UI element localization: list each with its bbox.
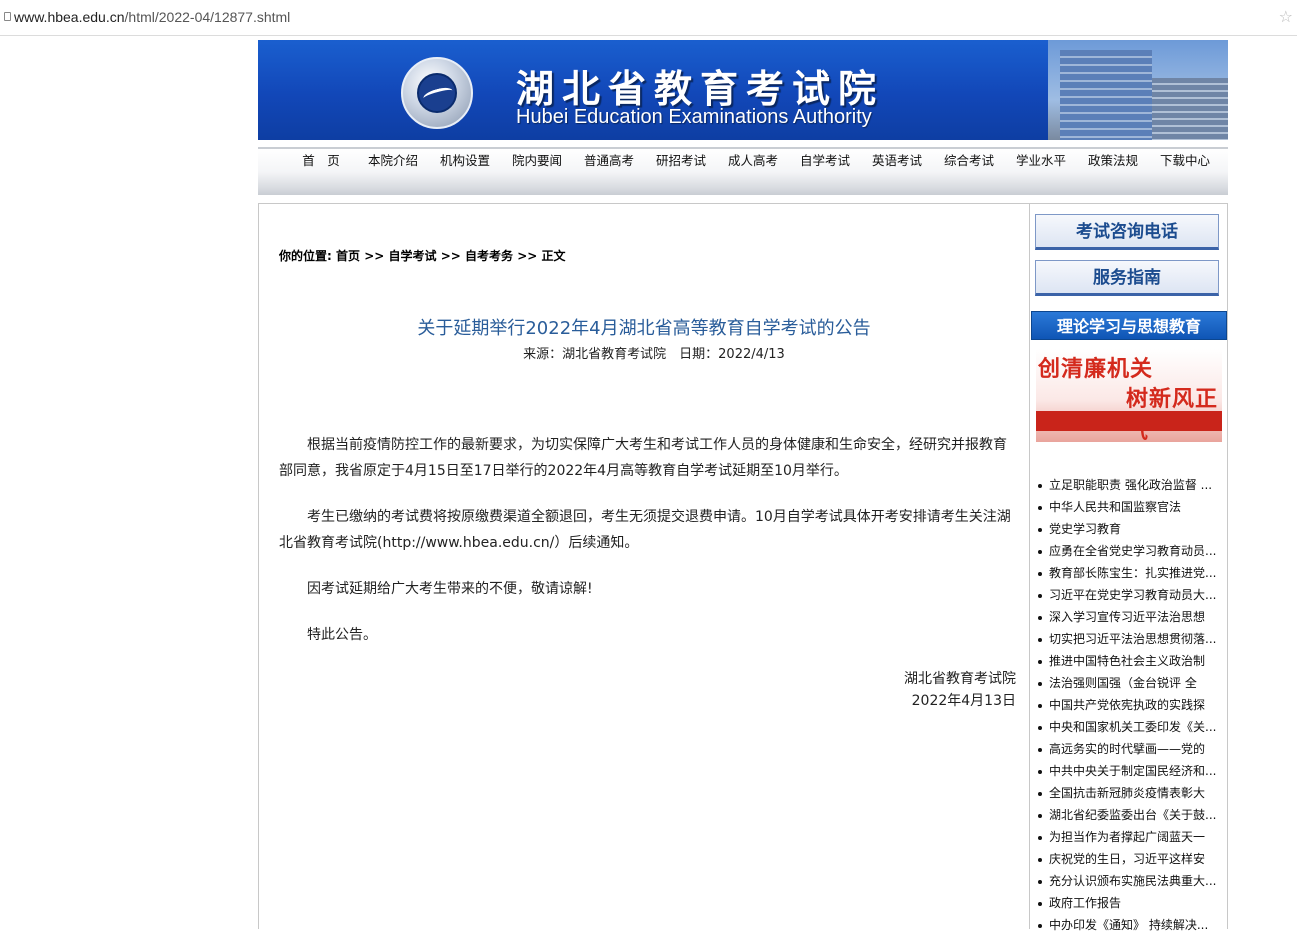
list-item[interactable]: 党史学习教育 [1036, 518, 1218, 540]
breadcrumb-home[interactable]: 首页 [336, 249, 360, 263]
signature-date: 2022年4月13日 [911, 693, 1016, 709]
breadcrumb-separator: >> [517, 249, 538, 263]
nav-items: 首 页 本院介绍 机构设置 院内要闻 普通高考 研招考试 成人高考 自学考试 英… [285, 152, 1221, 170]
nav-gaokao[interactable]: 普通高考 [573, 152, 645, 170]
main-nav: 首 页 本院介绍 机构设置 院内要闻 普通高考 研招考试 成人高考 自学考试 英… [258, 147, 1228, 195]
url-text[interactable]: www.hbea.edu.cn/html/2022-04/12877.shtml [14, 9, 290, 25]
clean-government-banner[interactable]: 创清廉机关 树新风正气 [1036, 349, 1222, 442]
site-header-banner: 湖北省教育考试院 Hubei Education Examinations Au… [258, 40, 1228, 140]
list-item[interactable]: 庆祝党的生日，习近平这样安 [1036, 848, 1218, 870]
article-signature: 湖北省教育考试院 2022年4月13日 [904, 668, 1016, 712]
article-paragraph: 特此公告。 [307, 627, 377, 643]
promo-line1: 创清廉机关 [1038, 356, 1154, 382]
nav-academic-level[interactable]: 学业水平 [1005, 152, 1077, 170]
list-item[interactable]: 政府工作报告 [1036, 892, 1218, 914]
nav-policy[interactable]: 政策法规 [1077, 152, 1149, 170]
nav-home[interactable]: 首 页 [285, 152, 357, 170]
article-paragraph: 因考试延期给广大考生带来的不便，敬请谅解! [307, 581, 593, 597]
logo-globe-icon [417, 73, 457, 113]
list-item[interactable]: 中华人民共和国监察官法 [1036, 496, 1218, 518]
list-item[interactable]: 中办印发《通知》 持续解决... [1036, 914, 1218, 936]
nav-english-exam[interactable]: 英语考试 [861, 152, 933, 170]
url-path: /html/2022-04/12877.shtml [124, 9, 291, 25]
breadcrumb-exam-affairs[interactable]: 自考考务 [465, 249, 513, 263]
list-item[interactable]: 高远务实的时代擘画——党的 [1036, 738, 1218, 760]
article-meta: 来源：湖北省教育考试院 日期：2022/4/13 [523, 347, 785, 362]
bookmark-star-icon[interactable]: ☆ [1279, 7, 1293, 26]
nav-graduate-exam[interactable]: 研招考试 [645, 152, 717, 170]
list-item[interactable]: 深入学习宣传习近平法治思想 [1036, 606, 1218, 628]
list-item[interactable]: 切实把习近平法治思想贯彻落... [1036, 628, 1218, 650]
nav-downloads[interactable]: 下载中心 [1149, 152, 1221, 170]
list-item[interactable]: 中央和国家机关工委印发《关... [1036, 716, 1218, 738]
service-guide-button[interactable]: 服务指南 [1035, 260, 1219, 296]
breadcrumb-current: 正文 [541, 249, 566, 263]
list-item[interactable]: 习近平在党史学习教育动员大... [1036, 584, 1218, 606]
article-body: 根据当前疫情防控工作的最新要求，为切实保障广大考生和考试工作人员的身体健康和生命… [279, 432, 1016, 668]
browser-address-bar[interactable]: www.hbea.edu.cn/html/2022-04/12877.shtml… [0, 0, 1297, 36]
hbea-logo[interactable] [401, 57, 473, 129]
theory-study-heading[interactable]: 理论学习与思想教育 [1031, 311, 1227, 340]
signature-org: 湖北省教育考试院 [904, 671, 1016, 687]
list-item[interactable]: 立足职能职责 强化政治监督 ... [1036, 474, 1218, 496]
nav-adult-exam[interactable]: 成人高考 [717, 152, 789, 170]
list-item[interactable]: 中共中央关于制定国民经济和... [1036, 760, 1218, 782]
list-item[interactable]: 全国抗击新冠肺炎疫情表彰大 [1036, 782, 1218, 804]
theory-links-list: 立足职能职责 强化政治监督 ... 中华人民共和国监察官法 党史学习教育 应勇在… [1036, 474, 1218, 936]
breadcrumb-label: 你的位置: [279, 249, 332, 263]
breadcrumb: 你的位置: 首页 >> 自学考试 >> 自考考务 >> 正文 [279, 247, 566, 264]
list-item[interactable]: 为担当作为者撑起广阔蓝天一 [1036, 826, 1218, 848]
url-domain: www.hbea.edu.cn [14, 9, 125, 25]
exam-hotline-button[interactable]: 考试咨询电话 [1035, 214, 1219, 250]
nav-news[interactable]: 院内要闻 [501, 152, 573, 170]
list-item[interactable]: 应勇在全省党史学习教育动员... [1036, 540, 1218, 562]
page-info-icon[interactable] [4, 12, 11, 21]
article-title: 关于延期举行2022年4月湖北省高等教育自学考试的公告 [417, 318, 871, 339]
breadcrumb-self-study[interactable]: 自学考试 [389, 249, 437, 263]
nav-comprehensive-exam[interactable]: 综合考试 [933, 152, 1005, 170]
site-title: 湖北省教育考试院 [516, 66, 885, 111]
list-item[interactable]: 推进中国特色社会主义政治制 [1036, 650, 1218, 672]
promo-red-bar [1036, 411, 1222, 431]
list-item[interactable]: 中国共产党依宪执政的实践探 [1036, 694, 1218, 716]
nav-self-study-exam[interactable]: 自学考试 [789, 152, 861, 170]
site-subtitle: Hubei Education Examinations Authority [516, 106, 872, 128]
building-photo [1048, 40, 1228, 140]
article-paragraph: 考生已缴纳的考试费将按原缴费渠道全额退回，考生无须提交退费申请。10月自学考试具… [279, 509, 1011, 551]
nav-organization[interactable]: 机构设置 [429, 152, 501, 170]
list-item[interactable]: 教育部长陈宝生：扎实推进党... [1036, 562, 1218, 584]
list-item[interactable]: 充分认识颁布实施民法典重大... [1036, 870, 1218, 892]
list-item[interactable]: 法治强则国强（金台锐评 全 [1036, 672, 1218, 694]
nav-about[interactable]: 本院介绍 [357, 152, 429, 170]
article-paragraph: 根据当前疫情防控工作的最新要求，为切实保障广大考生和考试工作人员的身体健康和生命… [279, 437, 1007, 479]
breadcrumb-separator: >> [440, 249, 461, 263]
list-item[interactable]: 湖北省纪委监委出台《关于鼓... [1036, 804, 1218, 826]
breadcrumb-separator: >> [364, 249, 385, 263]
